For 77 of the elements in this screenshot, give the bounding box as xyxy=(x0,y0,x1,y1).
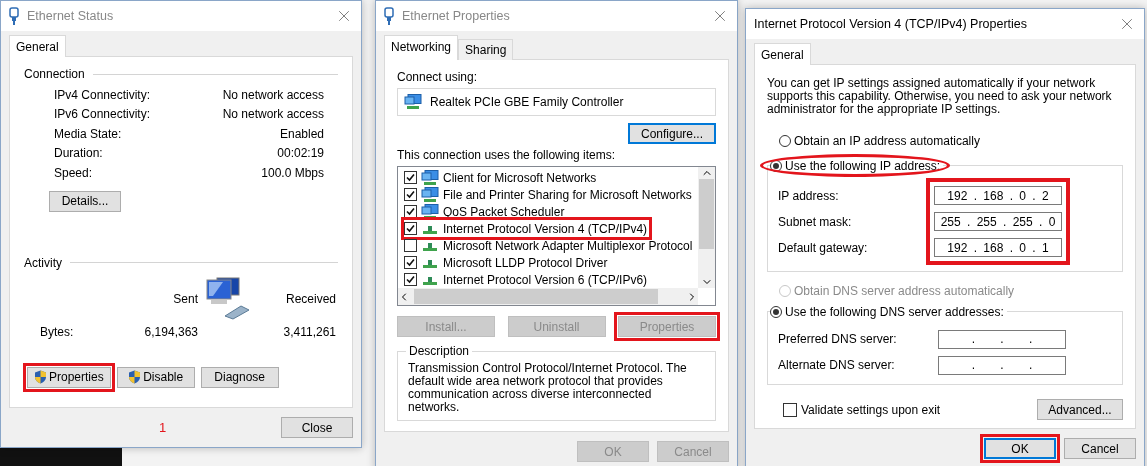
checkbox[interactable] xyxy=(404,188,417,201)
configure-button[interactable]: Configure... xyxy=(628,123,716,144)
sent-label: Sent xyxy=(173,292,198,306)
field-value: No network access xyxy=(222,107,324,122)
group-label: Description xyxy=(406,344,473,358)
list-item[interactable]: Internet Protocol Version 4 (TCP/IPv4) xyxy=(404,220,650,237)
window-title: Internet Protocol Version 4 (TCP/IPv4) Properties xyxy=(754,17,1029,31)
checkbox[interactable] xyxy=(404,273,417,286)
group-label: Connection xyxy=(24,67,85,81)
monitor-icon xyxy=(404,94,422,110)
field-value: 00:02:19 xyxy=(277,146,324,161)
action-button[interactable]: Diagnose xyxy=(200,366,279,388)
window-title: Ethernet Properties xyxy=(402,9,511,23)
field-label: Speed: xyxy=(54,165,93,180)
list-item[interactable]: Microsoft Network Adapter Multiplexor Protocol xyxy=(404,237,695,254)
radio-label: Obtain DNS server address automatically xyxy=(794,283,1015,298)
radio-button[interactable] xyxy=(770,305,782,318)
radio-label: Use the following IP address: xyxy=(785,158,941,173)
intro-text: You can get IP settings assigned automatically if your network supports this capability. Otherwise, you need to ask your network administrator for the appropriate IP settings. xyxy=(767,77,1113,116)
advanced-button[interactable]: Advanced... xyxy=(1037,399,1123,420)
field-label: IPv4 Connectivity: xyxy=(54,87,151,102)
checkbox[interactable] xyxy=(404,171,417,184)
ip-address-field[interactable]: 192 . 168 . 0 . 2 xyxy=(934,186,1062,205)
list-item[interactable]: Microsoft LLDP Protocol Driver xyxy=(404,254,610,271)
ip-address-field[interactable]: . . . xyxy=(938,355,1066,375)
field-label: IP address: xyxy=(778,187,840,205)
details-button[interactable]: Details... xyxy=(49,190,121,212)
list-item[interactable]: Internet Protocol Version 6 (TCP/IPv6) xyxy=(404,271,650,288)
field-value: No network access xyxy=(222,87,324,102)
dialog-button[interactable]: Cancel xyxy=(1064,438,1136,459)
checkbox[interactable] xyxy=(404,222,417,235)
tab[interactable]: General xyxy=(9,35,66,57)
group-label: Activity xyxy=(24,255,62,270)
field-label: Subnet mask: xyxy=(778,213,853,231)
checkbox[interactable] xyxy=(783,402,797,417)
field-label: Duration: xyxy=(54,146,103,161)
field-label: Media State: xyxy=(54,126,122,141)
close-button[interactable]: Close xyxy=(281,417,353,438)
sent-bytes: 6,194,363 xyxy=(144,324,198,339)
field-label: Bytes: xyxy=(40,324,75,339)
monitor-icon xyxy=(421,169,439,186)
plug-icon xyxy=(9,7,19,25)
checkbox[interactable] xyxy=(404,256,417,269)
received-label: Received xyxy=(285,292,336,306)
radio-button[interactable] xyxy=(779,134,791,147)
checkbox[interactable] xyxy=(404,239,417,252)
window-title: Ethernet Status xyxy=(27,9,115,23)
field-label: This connection uses the following items: xyxy=(397,148,617,162)
field-label: IPv6 Connectivity: xyxy=(54,107,151,122)
field-label: Connect using: xyxy=(397,70,479,84)
monitor-icon xyxy=(421,203,439,220)
radio-label: Obtain an IP address automatically xyxy=(794,133,980,148)
field-value: 100.0 Mbps xyxy=(261,165,324,180)
list-item[interactable]: File and Printer Sharing for Microsoft Networks xyxy=(404,186,694,203)
radio-label: Use the following DNS server addresses: xyxy=(785,304,1004,319)
tab[interactable]: General xyxy=(754,43,811,65)
tab[interactable]: Networking xyxy=(384,35,459,60)
list-item[interactable]: QoS Packet Scheduler xyxy=(404,203,567,220)
field-value: Enabled xyxy=(279,126,324,141)
ip-address-field[interactable]: . . . xyxy=(938,329,1066,349)
field-label: Default gateway: xyxy=(778,239,868,257)
field-label: Alternate DNS server: xyxy=(778,357,895,374)
monitor-icon xyxy=(421,186,439,203)
adapter-box: Realtek PCIe GBE Family Controller xyxy=(397,88,716,116)
ip-address-field[interactable]: 192 . 168 . 0 . 1 xyxy=(934,238,1062,257)
horizontal-scrollbar[interactable] xyxy=(398,288,698,305)
list-item[interactable]: Client for Microsoft Networks xyxy=(404,169,599,186)
action-button[interactable]: Disable xyxy=(116,366,195,388)
received-bytes: 3,411,261 xyxy=(283,324,336,339)
tab[interactable]: Sharing xyxy=(458,39,514,60)
field-label: Preferred DNS server: xyxy=(778,331,897,348)
plug-icon xyxy=(384,7,394,25)
ip-address-field[interactable]: 255 . 255 . 255 . 0 xyxy=(934,212,1062,231)
description-text: Transmission Control Protocol/Internet Protocol. The default wide area network protocol that provides communication across diverse interconnected networks. xyxy=(408,362,688,414)
vertical-scrollbar[interactable] xyxy=(698,167,715,288)
step-number: 1 xyxy=(159,420,167,435)
checkbox-label: Validate settings upon exit xyxy=(801,402,941,417)
